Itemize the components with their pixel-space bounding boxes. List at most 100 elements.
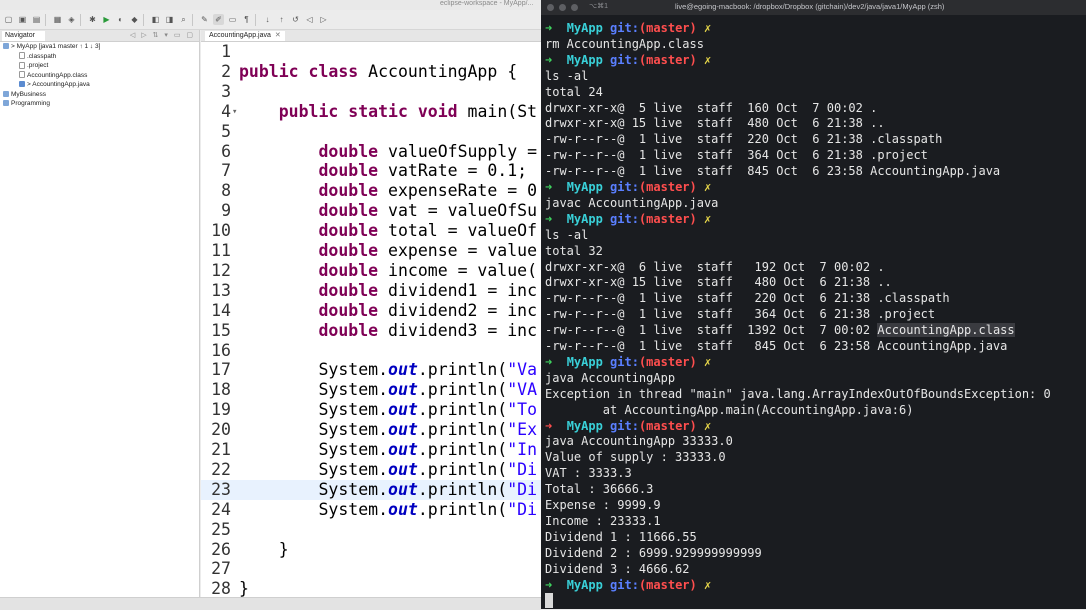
tree-item[interactable]: MyBusiness bbox=[0, 90, 199, 100]
tree-item-label: Programming bbox=[11, 100, 51, 107]
code-text: double expense = value bbox=[239, 241, 537, 261]
toolbar-separator bbox=[143, 13, 144, 26]
code-area[interactable]: 1 2 public class AccountingApp {3 4 ▾ public… bbox=[201, 42, 541, 597]
code-line[interactable]: 13 double dividend1 = inc bbox=[201, 281, 541, 301]
tree-item[interactable]: AccountingApp.class bbox=[0, 71, 199, 81]
terminal-text: at AccountingApp.main(AccountingApp.java… bbox=[545, 402, 914, 417]
code-text: System.out.println("To bbox=[239, 400, 537, 420]
prompt-git-label: git: bbox=[610, 354, 639, 369]
code-line[interactable]: 18 System.out.println("VA bbox=[201, 380, 541, 400]
terminal-line: Expense : 9999.9 bbox=[545, 497, 661, 513]
annotation-icon[interactable]: ✎ bbox=[199, 14, 210, 25]
code-token: static bbox=[348, 101, 408, 121]
code-line[interactable]: 7 double vatRate = 0.1; bbox=[201, 161, 541, 181]
code-token: System. bbox=[239, 499, 389, 519]
search-icon[interactable]: ⌕ bbox=[178, 14, 189, 25]
code-text: System.out.println("VA bbox=[239, 380, 537, 400]
code-editor[interactable]: AccountingApp.java ✕ 1 2 public class Accou… bbox=[201, 30, 541, 597]
code-line[interactable]: 19 System.out.println("To bbox=[201, 400, 541, 420]
terminal-text: Exception in thread "main" java.lang.Arr… bbox=[545, 386, 1051, 401]
line-number: 2 bbox=[221, 61, 231, 81]
code-text: } bbox=[239, 540, 289, 560]
terminal-line: ➜ MyApp git:(master) ✗ bbox=[545, 354, 711, 370]
code-line[interactable]: 12 double income = value( bbox=[201, 261, 541, 281]
highlight-icon[interactable]: ✐ bbox=[213, 14, 224, 25]
code-token: System. bbox=[239, 420, 389, 440]
last-edit-icon[interactable]: ↺ bbox=[290, 14, 301, 25]
toolbar-separator bbox=[255, 13, 256, 26]
zoom-window-icon[interactable] bbox=[571, 4, 578, 11]
code-line[interactable]: 5 bbox=[201, 122, 541, 142]
terminal-line: ➜ MyApp git:(master) ✗ bbox=[545, 179, 711, 195]
minimize-window-icon[interactable] bbox=[559, 4, 566, 11]
back-icon[interactable]: ◁ bbox=[304, 14, 315, 25]
code-line[interactable]: 28} bbox=[201, 579, 541, 597]
prompt-branch: (master) bbox=[638, 354, 697, 369]
code-line[interactable]: 27 bbox=[201, 559, 541, 579]
prompt-branch: (master) bbox=[638, 577, 697, 592]
external-tools-icon[interactable]: ◆ bbox=[129, 14, 140, 25]
code-text: public static void main(St bbox=[239, 102, 537, 122]
terminal-line: drwxr-xr-x@ 15 live staff 480 Oct 6 21:3… bbox=[545, 115, 885, 131]
code-line[interactable]: 26 } bbox=[201, 540, 541, 560]
navigator-view-controls[interactable]: ◁ ▷ ⇅ ▾ ▭ ▢ bbox=[130, 31, 195, 39]
tab-navigator[interactable]: Navigator bbox=[2, 31, 45, 41]
code-line[interactable]: 25 bbox=[201, 520, 541, 540]
code-line[interactable]: 20 System.out.println("Ex bbox=[201, 420, 541, 440]
coverage-icon[interactable]: ◐ bbox=[115, 14, 126, 25]
git-icon[interactable]: ◈ bbox=[66, 14, 77, 25]
code-line[interactable]: 6 double valueOfSupply = bbox=[201, 142, 541, 162]
code-text: double vat = valueOfSu bbox=[239, 201, 537, 221]
run-icon[interactable]: ▶ bbox=[101, 14, 112, 25]
next-annotation-icon[interactable]: ↓ bbox=[262, 14, 273, 25]
code-line[interactable]: 21 System.out.println("In bbox=[201, 440, 541, 460]
prompt-arrow-error-icon: ➜ bbox=[545, 418, 553, 433]
code-line[interactable]: 1 bbox=[201, 42, 541, 62]
tree-item[interactable]: .project bbox=[0, 61, 199, 71]
code-line[interactable]: 11 double expense = value bbox=[201, 241, 541, 261]
tree-item[interactable]: .classpath bbox=[0, 52, 199, 62]
open-task-icon[interactable]: ◨ bbox=[164, 14, 175, 25]
line-number: 16 bbox=[211, 340, 231, 360]
code-line[interactable]: 22 System.out.println("Di bbox=[201, 460, 541, 480]
prompt-arrow-icon: ➜ bbox=[545, 52, 553, 67]
block-select-icon[interactable]: ▭ bbox=[227, 14, 238, 25]
code-line[interactable]: 14 double dividend2 = inc bbox=[201, 301, 541, 321]
terminal-text: -rw-r--r--@ 1 live staff 364 Oct 6 21:38… bbox=[545, 148, 928, 163]
code-line[interactable]: 9 double vat = valueOfSu bbox=[201, 201, 541, 221]
line-number: 12 bbox=[211, 260, 231, 280]
open-type-icon[interactable]: ◧ bbox=[150, 14, 161, 25]
line-number: 23 bbox=[211, 479, 231, 499]
tree-item[interactable]: Programming bbox=[0, 99, 199, 109]
code-line[interactable]: 15 double dividend3 = inc bbox=[201, 321, 541, 341]
build-icon[interactable]: ▦ bbox=[52, 14, 63, 25]
code-line[interactable]: 2 public class AccountingApp { bbox=[201, 62, 541, 82]
code-line[interactable]: 16 bbox=[201, 341, 541, 361]
close-icon[interactable]: ✕ bbox=[275, 32, 281, 39]
print-icon[interactable]: ▤ bbox=[31, 14, 42, 25]
prompt-dirty-icon: ✗ bbox=[703, 180, 712, 194]
whitespace-icon[interactable]: ¶ bbox=[241, 14, 252, 25]
close-window-icon[interactable] bbox=[547, 4, 554, 11]
code-line[interactable]: 3 bbox=[201, 82, 541, 102]
save-icon[interactable]: ▣ bbox=[17, 14, 28, 25]
java-file-icon bbox=[19, 81, 25, 88]
fold-marker-icon[interactable]: ▾ bbox=[232, 102, 237, 122]
code-line[interactable]: 23 System.out.println("Di bbox=[201, 479, 541, 500]
debug-icon[interactable]: ✱ bbox=[87, 14, 98, 25]
tree-item[interactable]: > MyApp [java1 master ↑ 1 ↓ 3] bbox=[0, 42, 199, 52]
code-line[interactable]: 24 System.out.println("Di bbox=[201, 500, 541, 520]
code-line[interactable]: 8 double expenseRate = 0 bbox=[201, 181, 541, 201]
code-line[interactable]: 4 ▾ public static void main(St bbox=[201, 102, 541, 122]
tree-item[interactable]: > AccountingApp.java bbox=[0, 80, 199, 90]
code-token: .println( bbox=[417, 380, 508, 400]
code-line[interactable]: 10 double total = valueOf bbox=[201, 221, 541, 241]
new-icon[interactable]: ▢ bbox=[3, 14, 14, 25]
tab-accountingapp-java[interactable]: AccountingApp.java ✕ bbox=[205, 31, 285, 41]
terminal-window[interactable]: ⌥⌘1 live@egoing-macbook: /dropbox/Dropbo… bbox=[541, 0, 1086, 609]
code-line[interactable]: 17 System.out.println("Va bbox=[201, 360, 541, 380]
forward-icon[interactable]: ▷ bbox=[318, 14, 329, 25]
line-number: 7 bbox=[221, 161, 231, 181]
prev-annotation-icon[interactable]: ↑ bbox=[276, 14, 287, 25]
